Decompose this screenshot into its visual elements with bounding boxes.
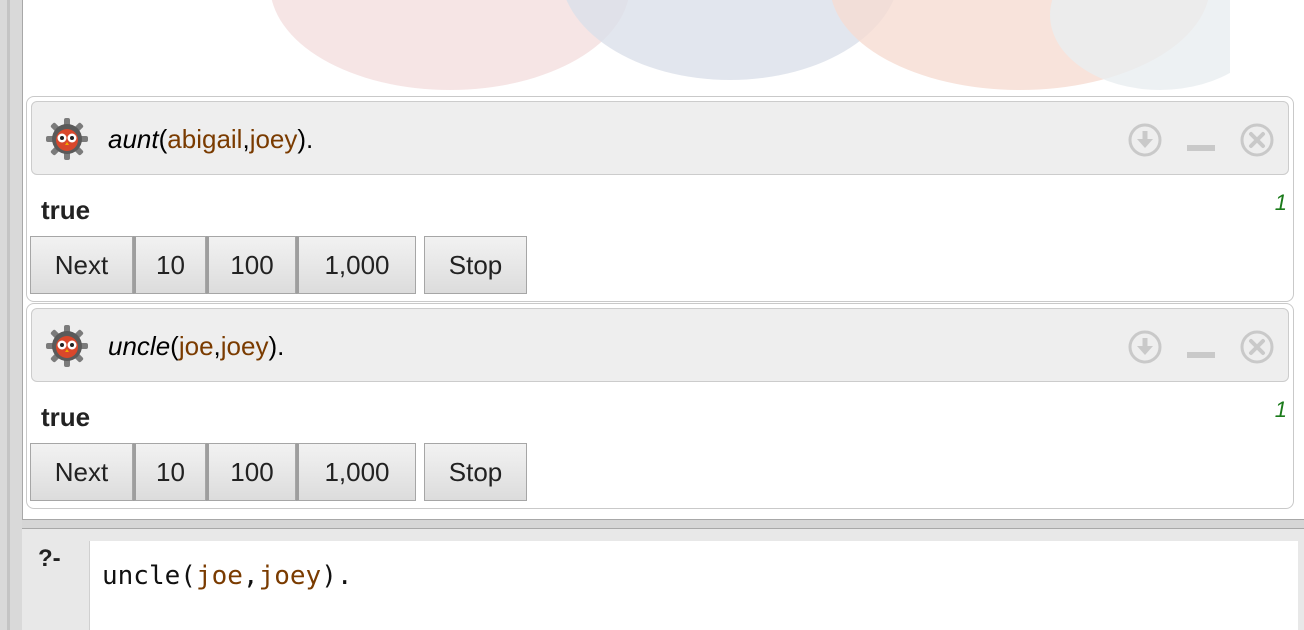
query-header: aunt(abigail,joey). [31, 101, 1289, 175]
swish-owl-gear-icon [46, 118, 88, 160]
query-input-area: ?- uncle(joe,joey). [22, 529, 1304, 630]
query-editor[interactable]: uncle(joe,joey). [89, 541, 1298, 630]
next-button[interactable]: Next [30, 443, 133, 501]
minimize-icon[interactable] [1184, 123, 1218, 157]
answer-controls: Next 10 100 1,000 Stop [30, 236, 527, 294]
swish-owl-gear-icon [46, 325, 88, 367]
minimize-icon[interactable] [1184, 330, 1218, 364]
next-1000-button[interactable]: 1,000 [296, 236, 416, 294]
console-resize-handle[interactable] [22, 519, 1304, 529]
background-mascot-image [230, 0, 1230, 98]
stop-button[interactable]: Stop [424, 443, 527, 501]
close-icon[interactable] [1240, 123, 1274, 157]
query-result-block: aunt(abigail,joey). true 1 Next 10 100 1… [26, 96, 1294, 302]
answer-controls: Next 10 100 1,000 Stop [30, 443, 527, 501]
query-header: uncle(joe,joey). [31, 308, 1289, 382]
next-100-button[interactable]: 100 [206, 443, 296, 501]
download-icon[interactable] [1128, 330, 1162, 364]
close-icon[interactable] [1240, 330, 1274, 364]
query-result-block: uncle(joe,joey). true 1 Next 10 100 1,00… [26, 303, 1294, 509]
answer-count: 1 [1274, 190, 1287, 215]
next-button[interactable]: Next [30, 236, 133, 294]
left-scroll-rail [0, 0, 23, 630]
download-icon[interactable] [1128, 123, 1162, 157]
next-10-button[interactable]: 10 [133, 443, 206, 501]
answer-count: 1 [1274, 397, 1287, 422]
stop-button[interactable]: Stop [424, 236, 527, 294]
next-1000-button[interactable]: 1,000 [296, 443, 416, 501]
answer-text: true [41, 195, 91, 225]
editor-line[interactable]: uncle(joe,joey). [102, 561, 353, 591]
answer-text: true [41, 402, 91, 432]
next-10-button[interactable]: 10 [133, 236, 206, 294]
next-100-button[interactable]: 100 [206, 236, 296, 294]
query-text: uncle(joe,joey). [108, 331, 285, 361]
query-prompt: ?- [38, 545, 61, 572]
query-text: aunt(abigail,joey). [108, 124, 314, 154]
